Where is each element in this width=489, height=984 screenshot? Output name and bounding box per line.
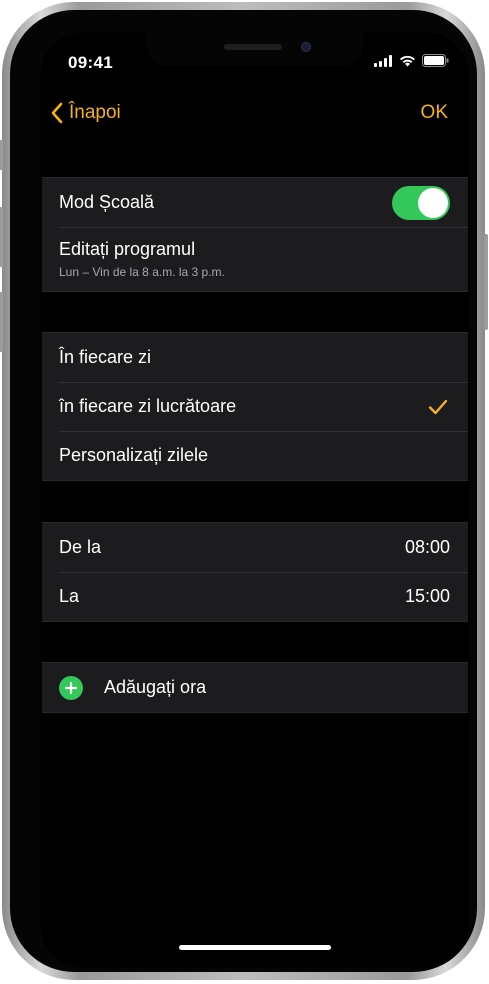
wifi-icon [400,55,415,66]
time-range-section: De la 08:00 La 15:00 [42,522,468,622]
battery-icon [422,54,449,67]
repeat-option-label: în fiecare zi lucrătoare [59,396,237,416]
plus-icon [65,681,77,694]
status-bar-icons [374,54,449,67]
bezel: 09:41 Înapoi OK Mod Școală Editați progr… [10,10,477,972]
add-time-row[interactable]: Adăugați ora [42,663,468,712]
repeat-option-label: În fiecare zi [59,347,152,367]
notch [146,32,364,66]
from-label: De la [59,537,102,557]
schedule-summary: Lun – Vin de la 8 a.m. la 3 p.m. [59,265,225,279]
home-indicator[interactable] [179,945,331,950]
iphone-device-frame: 09:41 Înapoi OK Mod Școală Editați progr… [0,2,488,980]
volume-down-button [0,292,3,352]
add-icon [59,675,83,700]
to-time-row[interactable]: La 15:00 [42,572,468,621]
repeat-option-label: Personalizați zilele [59,445,209,465]
school-mode-section: Mod Școală Editați programul Lun – Vin d… [42,177,468,292]
from-time-row[interactable]: De la 08:00 [42,523,468,572]
chevron-left-icon [51,102,63,124]
volume-up-button [0,207,3,267]
repeat-section: În fiecare zi în fiecare zi lucrătoare P… [42,332,468,481]
screen: 09:41 Înapoi OK Mod Școală Editați progr… [40,32,469,968]
repeat-option-every-day[interactable]: În fiecare zi [42,333,468,382]
repeat-option-custom-days[interactable]: Personalizați zilele [42,431,468,480]
toggle-knob [418,187,448,218]
from-time-value: 08:00 [404,537,450,557]
school-mode-label: Mod Școală [59,192,155,212]
edit-schedule-row[interactable]: Editați programul Lun – Vin de la 8 a.m.… [42,227,468,291]
to-time-value: 15:00 [404,586,450,606]
side-button [484,234,488,330]
back-button[interactable]: Înapoi [50,102,121,124]
speaker-grille [224,44,282,50]
mute-switch [0,140,3,170]
checkmark-icon [428,399,448,414]
school-mode-row: Mod Școală [42,178,468,227]
repeat-option-every-weekday[interactable]: în fiecare zi lucrătoare [42,382,468,431]
edit-schedule-label: Editați programul [59,239,196,259]
ok-button[interactable]: OK [421,102,448,124]
cellular-signal-icon [374,54,392,67]
add-time-label: Adăugați ora [104,677,207,697]
add-time-section: Adăugați ora [42,662,468,713]
school-mode-toggle[interactable] [392,185,450,220]
to-label: La [59,586,80,606]
back-label: Înapoi [69,102,121,123]
status-bar-time: 09:41 [68,53,113,72]
front-camera [301,42,311,52]
